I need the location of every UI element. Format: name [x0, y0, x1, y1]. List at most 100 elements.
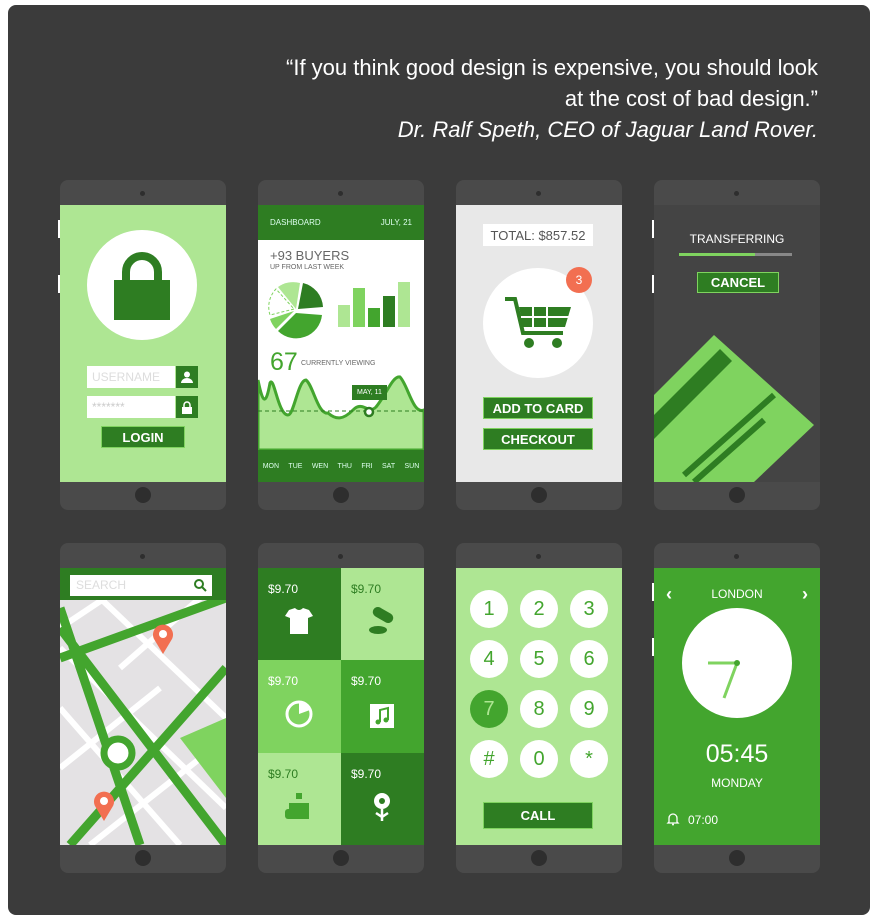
- login-screen: USERNAME ******* LOGIN: [60, 205, 226, 482]
- day-label[interactable]: TUE: [288, 463, 302, 470]
- bar: [353, 288, 365, 327]
- cancel-button[interactable]: CANCEL: [697, 272, 779, 293]
- tshirt-icon: [285, 608, 313, 634]
- map-screen: SEARCH: [60, 568, 226, 845]
- key-6[interactable]: 6: [570, 640, 608, 678]
- phone-dashboard: DASHBOARD JULY, 21 +93 BUYERS UP FROM LA…: [258, 180, 424, 510]
- key-*[interactable]: *: [570, 740, 608, 778]
- clock-day: MONDAY: [711, 776, 763, 790]
- product-price: $9.70: [351, 674, 382, 689]
- dashboard-screen: DASHBOARD JULY, 21 +93 BUYERS UP FROM LA…: [258, 205, 424, 482]
- phone-clock: ‹ › LONDON 05:45 MONDAY 07:00: [652, 543, 820, 873]
- map-view[interactable]: [60, 568, 226, 845]
- clock-screen: ‹ › LONDON 05:45 MONDAY 07:00: [654, 568, 820, 845]
- music-icon: [370, 704, 394, 729]
- key-7[interactable]: 7: [470, 690, 508, 728]
- quote-author: Dr. Ralf Speth, CEO of Jaguar Land Rover…: [397, 117, 818, 142]
- phone-cart: TOTAL: $857.52 3 ADD TO CARD CHECKOUT: [456, 180, 622, 510]
- product-price: $9.70: [268, 582, 299, 596]
- phone-login: USERNAME ******* LOGIN: [58, 180, 226, 510]
- day-bar: MON TUE WEN THU FRI SAT SUN: [258, 450, 424, 482]
- pizza-icon: [285, 700, 313, 728]
- viewing-count: 67: [270, 348, 298, 376]
- shop-screen: $9.70 $9.70 $9.70 $9.70 $9.70 $9.70: [258, 568, 424, 845]
- product-tile[interactable]: $9.70: [258, 752, 341, 845]
- map-pin-icon[interactable]: [93, 791, 115, 821]
- key-1[interactable]: 1: [470, 590, 508, 628]
- product-tile[interactable]: $9.70: [341, 660, 424, 753]
- date-tooltip: MAY, 11: [352, 385, 387, 400]
- product-price: $9.70: [268, 766, 299, 781]
- login-button[interactable]: LOGIN: [101, 426, 185, 448]
- product-tile[interactable]: $9.70: [341, 568, 424, 661]
- map-pin-icon[interactable]: [152, 624, 174, 654]
- product-price: $9.70: [351, 766, 382, 781]
- product-tile[interactable]: $9.70: [258, 660, 341, 753]
- user-icon: [176, 366, 198, 388]
- dashboard-title: DASHBOARD: [270, 218, 321, 227]
- search-input[interactable]: SEARCH: [70, 575, 212, 596]
- checkout-button[interactable]: CHECKOUT: [483, 428, 593, 450]
- day-label[interactable]: THU: [338, 463, 352, 470]
- key-2[interactable]: 2: [520, 590, 558, 628]
- key-4[interactable]: 4: [470, 640, 508, 678]
- transfer-title: TRANSFERRING: [689, 232, 785, 246]
- phone-map: SEARCH: [60, 543, 226, 873]
- bar-chart: [338, 281, 414, 327]
- bar: [383, 296, 395, 327]
- dashboard-date: JULY, 21: [380, 218, 412, 227]
- product-price: $9.70: [268, 674, 299, 689]
- bar: [398, 282, 410, 327]
- flower-icon: [374, 792, 390, 821]
- credit-card-icon: [654, 335, 814, 482]
- progress-bar: [679, 253, 792, 256]
- digital-time: 05:45: [705, 740, 769, 768]
- key-0[interactable]: 0: [520, 740, 558, 778]
- product-tile[interactable]: $9.70: [258, 568, 341, 661]
- key-#[interactable]: #: [470, 740, 508, 778]
- pills-icon: [369, 607, 394, 634]
- alarm-time: 07:00: [688, 813, 719, 827]
- analog-clock: [682, 608, 792, 718]
- day-label[interactable]: FRI: [361, 463, 372, 470]
- username-input[interactable]: USERNAME: [87, 366, 175, 388]
- phone-transfer: TRANSFERRING CANCEL: [652, 180, 820, 510]
- day-label[interactable]: SAT: [382, 463, 395, 470]
- key-5[interactable]: 5: [520, 640, 558, 678]
- quote-line-1: “If you think good design is expensive, …: [286, 55, 818, 80]
- add-to-card-button[interactable]: ADD TO CARD: [483, 397, 593, 419]
- pie-chart: [268, 282, 323, 339]
- product-tile[interactable]: $9.70: [341, 752, 424, 845]
- key-9[interactable]: 9: [570, 690, 608, 728]
- search-icon[interactable]: [194, 579, 207, 592]
- cart-screen: TOTAL: $857.52 3 ADD TO CARD CHECKOUT: [456, 205, 622, 482]
- product-price: $9.70: [351, 582, 382, 596]
- quote: “If you think good design is expensive, …: [286, 52, 818, 145]
- viewing-label: CURRENTLY VIEWING: [301, 360, 376, 367]
- bar: [338, 305, 350, 327]
- clock-city: LONDON: [711, 587, 763, 601]
- alarm-icon[interactable]: [666, 812, 680, 826]
- padlock-icon: [176, 396, 198, 418]
- buyers-subtitle: UP FROM LAST WEEK: [270, 264, 345, 271]
- cart-badge: 3: [566, 267, 592, 293]
- transfer-screen: TRANSFERRING CANCEL: [654, 205, 820, 482]
- line-chart: [258, 375, 424, 450]
- dashboard-header: DASHBOARD JULY, 21: [258, 205, 424, 240]
- bar: [368, 308, 380, 327]
- key-3[interactable]: 3: [570, 590, 608, 628]
- quote-line-2: at the cost of bad design.”: [564, 86, 818, 111]
- key-8[interactable]: 8: [520, 690, 558, 728]
- day-label[interactable]: SUN: [405, 463, 420, 470]
- call-button[interactable]: CALL: [483, 802, 593, 829]
- dialer-screen: 1 2 3 4 5 6 7 8 9 #0 * CALL: [456, 568, 622, 845]
- buyers-count: +93 BUYERS: [270, 248, 350, 263]
- lock-icon: [87, 230, 197, 340]
- cart-total: TOTAL: $857.52: [483, 224, 593, 246]
- perfume-icon: [285, 792, 309, 819]
- day-label[interactable]: MON: [263, 463, 279, 470]
- phone-shop: $9.70 $9.70 $9.70 $9.70 $9.70 $9.70: [258, 543, 424, 873]
- phone-dialer: 1 2 3 4 5 6 7 8 9 #0 * CALL: [456, 543, 622, 873]
- day-label[interactable]: WEN: [312, 463, 328, 470]
- password-input[interactable]: *******: [87, 396, 175, 418]
